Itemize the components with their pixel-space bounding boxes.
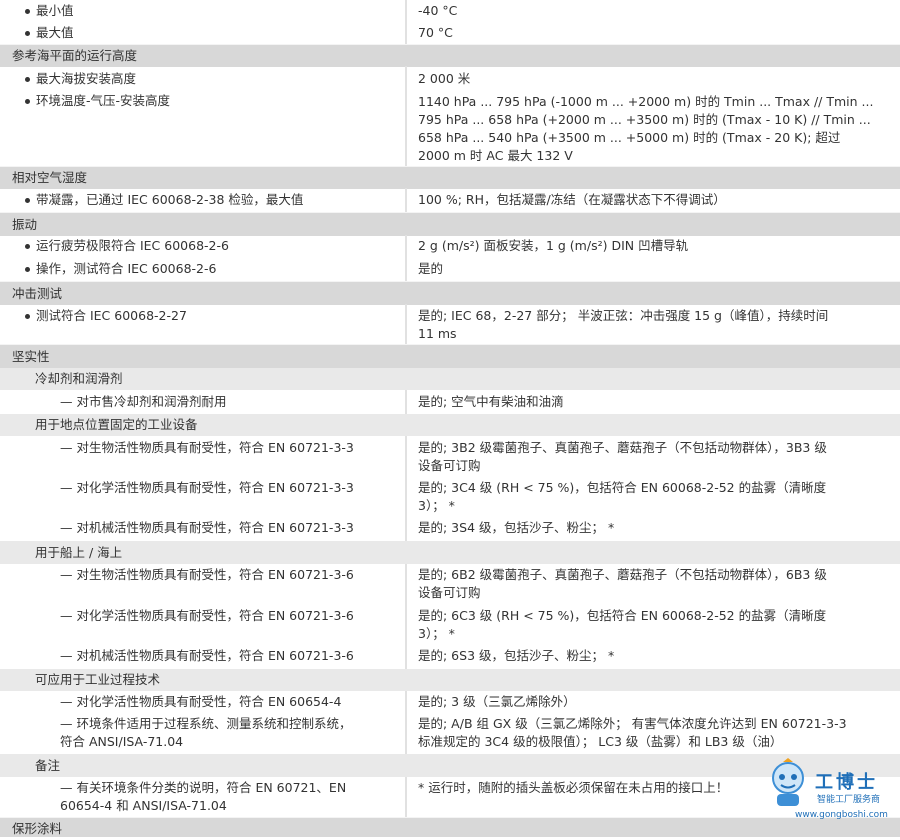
row-max: 最大值 70 °C <box>0 22 900 44</box>
coolant-subheader: 冷却剂和润滑剂 <box>35 371 123 386</box>
ship-chem-line-1: 是的; 6C3 级 (RH < 75 %)，包括符合 EN 60068-2-52… <box>418 608 827 623</box>
alt-env-line-4: 2000 m 时 AC 最大 132 V <box>418 148 573 163</box>
coolant-label: — 对市售冷却剂和润滑剂耐用 <box>60 394 227 409</box>
proc-env-line-1: 是的; A/B 组 GX 级（三氯乙烯除外； 有害气体浓度允许达到 EN 607… <box>418 716 847 731</box>
robust-header: 坚实性 <box>12 349 50 364</box>
shock-header: 冲击测试 <box>12 286 63 301</box>
section-altitude: 参考海平面的运行高度 <box>0 44 900 67</box>
ship-chem-label: — 对化学活性物质具有耐受性，符合 EN 60721-3-6 <box>60 608 354 623</box>
row-fixed-chem: — 对化学活性物质具有耐受性，符合 EN 60721-3-3 是的; 3C4 级… <box>0 478 900 517</box>
coolant-value: 是的; 空气中有柴油和油滴 <box>418 394 564 409</box>
ship-subheader: 用于船上 / 海上 <box>35 545 123 560</box>
note-subheader: 备注 <box>35 758 61 773</box>
fixed-subheader: 用于地点位置固定的工业设备 <box>35 417 198 432</box>
proc-env-label-1: — 环境条件适用于过程系统、测量系统和控制系统， <box>60 716 352 731</box>
row-vib-op: 运行疲劳极限符合 IEC 60068-2-6 2 g (m/s²) 面板安装，1… <box>0 235 900 257</box>
ship-mech-label: — 对机械活性物质具有耐受性，符合 EN 60721-3-6 <box>60 648 354 663</box>
spec-sheet: 最小值 -40 °C 最大值 70 °C 参考海平面的运行高度 最大海拔安装高度… <box>0 0 900 837</box>
humidity-label: 带凝露，已通过 IEC 60068-2-38 检验，最大值 <box>24 192 304 207</box>
sub-fixed: 用于地点位置固定的工业设备 <box>0 414 900 436</box>
humidity-header: 相对空气湿度 <box>12 170 88 185</box>
sub-ship: 用于船上 / 海上 <box>0 541 900 564</box>
row-ship-chem: — 对化学活性物质具有耐受性，符合 EN 60721-3-6 是的; 6C3 级… <box>0 606 900 645</box>
fixed-mech-value: 是的; 3S4 级，包括沙子、粉尘； * <box>418 520 615 535</box>
section-shock: 冲击测试 <box>0 281 900 305</box>
row-min: 最小值 -40 °C <box>0 0 900 22</box>
section-humidity: 相对空气湿度 <box>0 166 900 189</box>
fixed-chem-line-2: 3）； * <box>418 498 455 513</box>
fixed-bio-label: — 对生物活性物质具有耐受性，符合 EN 60721-3-3 <box>60 440 354 455</box>
vib-op-label: 运行疲劳极限符合 IEC 60068-2-6 <box>25 238 229 253</box>
section-vibration: 振动 <box>0 212 900 236</box>
row-proc-chem: — 对化学活性物质具有耐受性，符合 EN 60654-4 是的; 3 级（三氯乙… <box>0 691 900 713</box>
row-vib-test: 操作，测试符合 IEC 60068-2-6 是的 <box>0 257 900 281</box>
ship-mech-value: 是的; 6S3 级，包括沙子、粉尘； * <box>418 648 615 663</box>
note-label-2: 60654-4 和 ANSI/ISA-71.04 <box>60 798 227 813</box>
shock-line-1: 是的; IEC 68，2-27 部分； 半波正弦：冲击强度 15 g（峰值），持… <box>418 308 829 323</box>
alt-env-line-1: 1140 hPa ... 795 hPa (-1000 m ... +2000 … <box>418 94 874 109</box>
watermark-url: www.gongboshi.com <box>795 810 888 820</box>
watermark-tagline: 智能工厂服务商 <box>817 795 881 805</box>
vib-op-value: 2 g (m/s²) 面板安装，1 g (m/s²) DIN 凹槽导轨 <box>418 238 689 253</box>
row-fixed-bio: — 对生物活性物质具有耐受性，符合 EN 60721-3-3 是的; 3B2 级… <box>0 436 900 478</box>
humidity-value: 100 %; RH，包括凝露/冻结（在凝露状态下不得调试） <box>418 192 726 207</box>
alt-env-label: 环境温度-气压-安装高度 <box>24 93 171 108</box>
coating-header: 保形涂料 <box>12 821 63 836</box>
fixed-bio-line-1: 是的; 3B2 级霉菌孢子、真菌孢子、蘑菇孢子（不包括动物群体），3B3 级 <box>418 440 827 455</box>
altitude-header: 参考海平面的运行高度 <box>12 48 138 63</box>
row-fixed-mech: — 对机械活性物质具有耐受性，符合 EN 60721-3-3 是的; 3S4 级… <box>0 517 900 541</box>
proc-chem-value: 是的; 3 级（三氯乙烯除外） <box>418 694 576 709</box>
row-ship-bio: — 对生物活性物质具有耐受性，符合 EN 60721-3-6 是的; 6B2 级… <box>0 564 900 606</box>
shock-line-2: 11 ms <box>418 326 457 341</box>
shock-label: 测试符合 IEC 60068-2-27 <box>25 308 187 323</box>
alt-env-line-2: 795 hPa ... 658 hPa (+2000 m ... +3500 m… <box>418 112 871 127</box>
watermark-brand: 工博士 <box>815 772 878 793</box>
fixed-chem-line-1: 是的; 3C4 级 (RH < 75 %)，包括符合 EN 60068-2-52… <box>418 480 827 495</box>
max-value: 70 °C <box>418 25 453 40</box>
proc-env-label-2: 符合 ANSI/ISA-71.04 <box>60 734 184 749</box>
note-label-1: — 有关环境条件分类的说明，符合 EN 60721、EN <box>60 780 347 795</box>
row-shock: 测试符合 IEC 60068-2-27 是的; IEC 68，2-27 部分； … <box>0 304 900 344</box>
watermark-logo: 工博士 智能工厂服务商 www.gongboshi.com <box>765 754 895 826</box>
fixed-bio-line-2: 设备可订购 <box>418 458 481 473</box>
fixed-chem-label: — 对化学活性物质具有耐受性，符合 EN 60721-3-3 <box>60 480 354 495</box>
ship-bio-line-2: 设备可订购 <box>418 585 481 600</box>
process-subheader: 可应用于工业过程技术 <box>35 672 161 687</box>
vib-test-label: 操作，测试符合 IEC 60068-2-6 <box>24 261 217 276</box>
robot-mascot-icon <box>772 758 804 806</box>
min-value: -40 °C <box>418 3 458 18</box>
sub-process: 可应用于工业过程技术 <box>0 669 900 691</box>
row-alt-max: 最大海拔安装高度 2 000 米 <box>0 66 900 90</box>
alt-max-label: 最大海拔安装高度 <box>24 71 137 86</box>
proc-env-line-2: 标准规定的 3C4 级的极限值）； LC3 级（盐雾）和 LB3 级（油） <box>418 734 783 749</box>
ship-bio-line-1: 是的; 6B2 级霉菌孢子、真菌孢子、蘑菇孢子（不包括动物群体），6B3 级 <box>418 567 827 582</box>
row-ship-mech: — 对机械活性物质具有耐受性，符合 EN 60721-3-6 是的; 6S3 级… <box>0 645 900 669</box>
note-value: * 运行时，随附的插头盖板必须保留在未占用的接口上！ <box>418 780 729 795</box>
alt-env-line-3: 658 hPa ... 540 hPa (+3500 m ... +5000 m… <box>418 130 841 145</box>
row-coolant: — 对市售冷却剂和润滑剂耐用 是的; 空气中有柴油和油滴 <box>0 390 900 414</box>
alt-max-value: 2 000 米 <box>418 71 471 86</box>
min-label: 最小值 <box>25 3 74 18</box>
sub-coolant: 冷却剂和润滑剂 <box>0 368 900 390</box>
vib-test-value: 是的 <box>418 261 444 276</box>
proc-chem-label: — 对化学活性物质具有耐受性，符合 EN 60654-4 <box>60 694 342 709</box>
row-alt-env: 环境温度-气压-安装高度 1140 hPa ... 795 hPa (-1000… <box>0 90 900 166</box>
section-robust: 坚实性 <box>0 344 900 369</box>
ship-chem-line-2: 3）； * <box>418 626 455 641</box>
vibration-header: 振动 <box>12 217 38 232</box>
row-proc-env: — 环境条件适用于过程系统、测量系统和控制系统， 符合 ANSI/ISA-71.… <box>0 713 900 754</box>
ship-bio-label: — 对生物活性物质具有耐受性，符合 EN 60721-3-6 <box>60 567 354 582</box>
max-label: 最大值 <box>25 25 74 40</box>
fixed-mech-label: — 对机械活性物质具有耐受性，符合 EN 60721-3-3 <box>60 520 354 535</box>
row-humidity: 带凝露，已通过 IEC 60068-2-38 检验，最大值 100 %; RH，… <box>0 188 900 212</box>
